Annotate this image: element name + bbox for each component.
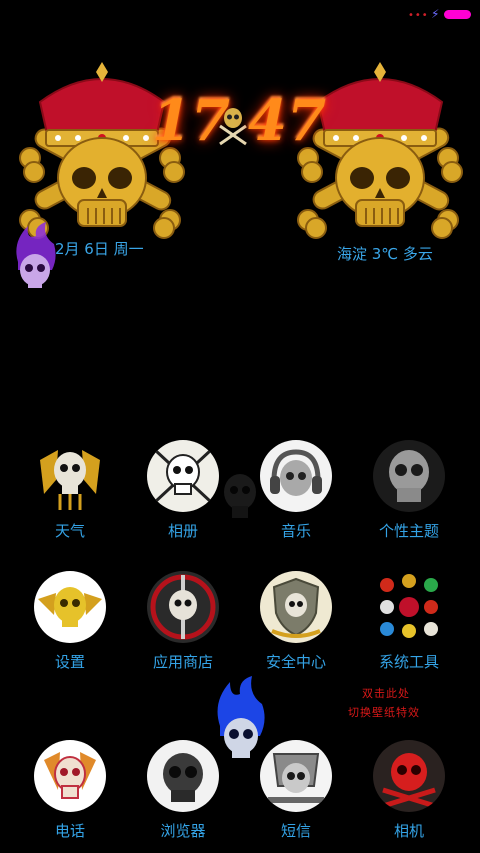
app-settings[interactable]: 设置 xyxy=(15,571,125,672)
skull-collection-icon xyxy=(373,571,445,643)
date-label[interactable]: 2月 6日 周一 xyxy=(55,238,144,259)
app-phone[interactable]: 电话 xyxy=(15,740,125,841)
skull-crossbones-icon xyxy=(219,108,247,146)
wallpaper-hint-line2[interactable]: 切换壁纸特效 xyxy=(348,704,420,720)
gallery-skull-icon xyxy=(147,440,219,512)
app-label: 浏览器 xyxy=(160,822,206,840)
app-themes[interactable]: 个性主题 xyxy=(354,440,464,541)
weather-label[interactable]: 海淀 3℃ 多云 xyxy=(337,243,433,264)
app-label: 短信 xyxy=(280,822,311,840)
app-security[interactable]: 安全中心 xyxy=(241,571,351,672)
app-label: 应用商店 xyxy=(152,653,213,671)
silver-skull-icon xyxy=(373,440,445,512)
app-label: 天气 xyxy=(54,522,85,540)
app-label: 相册 xyxy=(167,522,198,540)
app-camera[interactable]: 相机 xyxy=(354,740,464,841)
purple-flame-skull-decoration xyxy=(16,222,56,288)
sword-skull-icon xyxy=(147,571,219,643)
battery-icon xyxy=(444,10,471,19)
app-store[interactable]: 应用商店 xyxy=(128,571,238,672)
app-browser[interactable]: 浏览器 xyxy=(128,740,238,841)
app-messages[interactable]: 短信 xyxy=(241,740,351,841)
armored-skull-messages-icon xyxy=(260,740,332,812)
gold-skull-settings-icon xyxy=(34,571,106,643)
app-label: 安全中心 xyxy=(265,653,326,671)
app-label: 音乐 xyxy=(280,522,311,540)
dark-skull-browser-icon xyxy=(147,740,219,812)
signal-indicator: ••• xyxy=(408,10,429,21)
app-music[interactable]: 音乐 xyxy=(241,440,351,541)
shield-skull-icon xyxy=(260,571,332,643)
headphone-skull-icon xyxy=(260,440,332,512)
clock-minute: 47 xyxy=(248,88,326,154)
app-label: 系统工具 xyxy=(378,653,439,671)
red-skull-camera-icon xyxy=(373,740,445,812)
weather-skull-icon xyxy=(34,440,106,512)
app-weather[interactable]: 天气 xyxy=(15,440,125,541)
wallpaper-hint-line1[interactable]: 双击此处 xyxy=(362,685,410,701)
app-label: 个性主题 xyxy=(378,522,439,540)
app-label: 设置 xyxy=(54,653,85,671)
bolt-icon: ⚡ xyxy=(431,7,440,21)
app-gallery[interactable]: 相册 xyxy=(128,440,238,541)
clock-widget[interactable]: 17 47 xyxy=(152,88,326,162)
app-system-tools[interactable]: 系统工具 xyxy=(354,571,464,672)
app-label: 相机 xyxy=(393,822,424,840)
ornate-skull-phone-icon xyxy=(34,740,106,812)
app-label: 电话 xyxy=(54,822,85,840)
